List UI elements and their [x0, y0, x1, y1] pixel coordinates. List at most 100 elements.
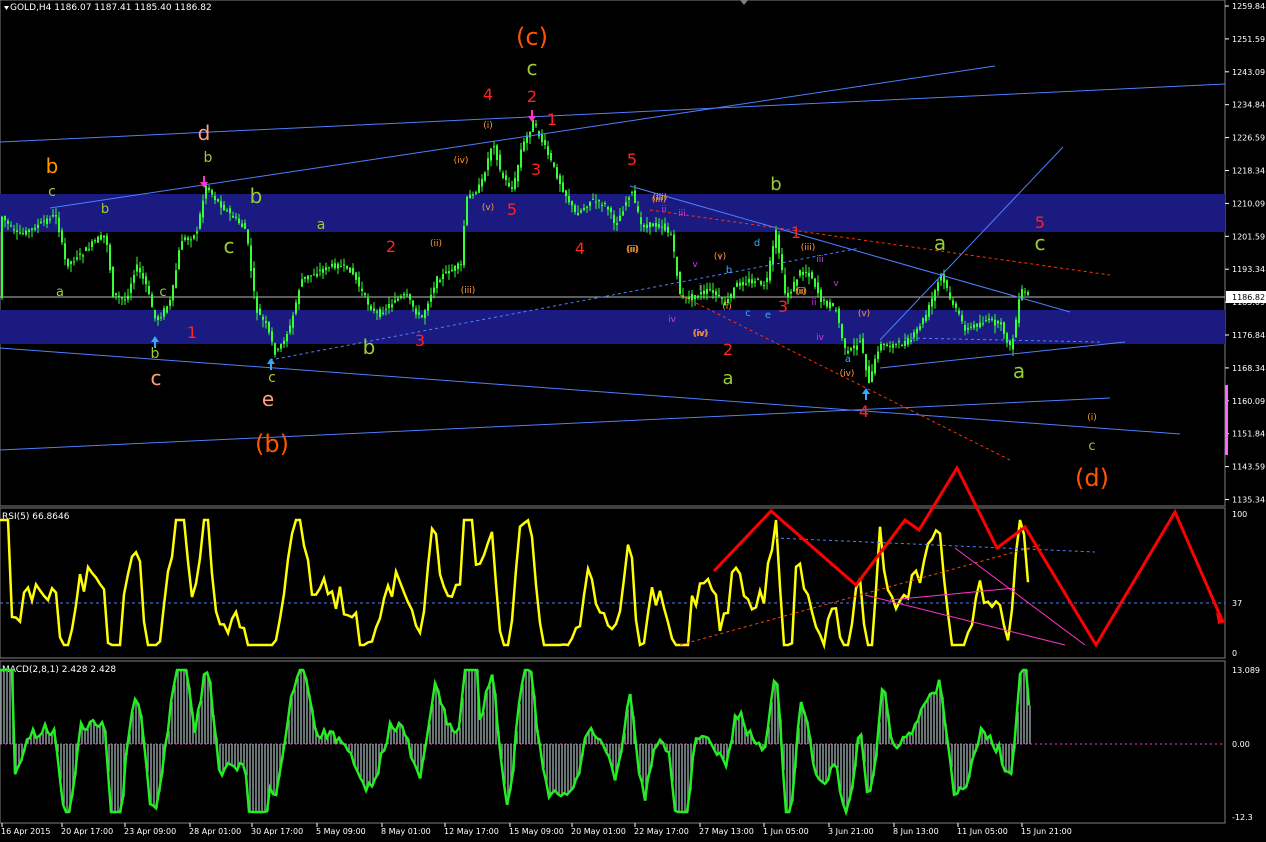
wave-label: c	[527, 56, 538, 80]
candle-body	[226, 210, 228, 212]
candle-body	[1015, 319, 1017, 338]
candle-body	[148, 285, 150, 295]
scroll-marker-icon[interactable]	[740, 0, 748, 5]
candle-body	[496, 145, 498, 161]
wave-label: c	[159, 285, 166, 300]
price-label: 1234.84	[1232, 101, 1265, 110]
candle-body	[289, 325, 291, 333]
wave-label: (v)	[858, 309, 870, 319]
candle-body	[907, 338, 909, 345]
candle-body	[529, 131, 531, 138]
candle-body	[121, 297, 123, 299]
time-label: 20 Apr 17:00	[61, 827, 113, 836]
candle-body	[424, 310, 426, 319]
candle-body	[313, 274, 315, 276]
candle-body	[595, 201, 597, 203]
candle-body	[160, 317, 162, 319]
candle-body	[319, 269, 321, 271]
candle-body	[994, 319, 996, 326]
candle-body	[574, 205, 576, 213]
candle-body	[64, 243, 66, 260]
wave-label: 4	[483, 85, 493, 104]
arrow-up-icon	[267, 358, 275, 364]
candle-body	[364, 293, 366, 296]
candle-body	[505, 175, 507, 181]
candle-body	[769, 260, 771, 281]
candle-body	[7, 220, 9, 224]
candle-body	[556, 167, 558, 179]
candle-body	[187, 237, 189, 241]
time-label: 12 May 17:00	[444, 827, 499, 836]
candle-body	[619, 215, 621, 222]
candle-body	[190, 239, 192, 241]
candle-body	[847, 350, 849, 354]
candle-body	[475, 192, 477, 194]
rsi-axis-label: 37	[1232, 599, 1242, 608]
price-label: 1151.84	[1232, 430, 1265, 439]
candle-body	[439, 280, 441, 283]
candle-body	[322, 268, 324, 273]
candle-body	[931, 298, 933, 307]
wave-label: (d)	[1075, 464, 1109, 492]
candle-body	[400, 296, 402, 299]
candle-body	[247, 229, 249, 244]
candle-body	[388, 304, 390, 308]
candle-body	[874, 358, 876, 374]
candle-body	[478, 184, 480, 193]
candle-body	[334, 263, 336, 269]
wave-label: 1	[187, 323, 197, 342]
price-label: 1218.34	[1232, 167, 1265, 176]
axis-highlight	[1225, 385, 1228, 455]
candle-body	[52, 214, 54, 217]
candle-body	[457, 263, 459, 270]
candle-body	[136, 264, 138, 272]
candle-body	[361, 288, 363, 291]
wave-label: c	[745, 308, 751, 319]
candle-body	[919, 326, 921, 330]
candle-body	[814, 278, 816, 287]
candle-body	[829, 301, 831, 309]
candle-body	[898, 341, 900, 343]
candle-body	[583, 207, 585, 210]
candle-body	[604, 203, 606, 205]
wave-label: 3	[778, 297, 788, 316]
candle-body	[130, 283, 132, 293]
wave-label: (i)	[796, 287, 806, 297]
wave-label: c	[224, 234, 235, 258]
candle-body	[34, 227, 36, 230]
candle-body	[67, 258, 69, 267]
candle-body	[514, 178, 516, 190]
wave-label: b	[46, 154, 59, 178]
dropdown-icon[interactable]	[4, 6, 9, 10]
candle-body	[760, 281, 762, 285]
price-label: 1226.59	[1232, 134, 1265, 143]
wave-label: 5	[507, 200, 517, 219]
candle-body	[559, 175, 561, 185]
candle-body	[100, 235, 102, 240]
candle-body	[310, 275, 312, 277]
candle-body	[343, 264, 345, 266]
candle-body	[1018, 299, 1020, 323]
candle-body	[757, 278, 759, 280]
candle-body	[649, 222, 651, 228]
candle-body	[373, 308, 375, 311]
price-chart[interactable]: (c)(b)(d)bdcecbcbaabcabccbaa cbc123452134…	[0, 0, 1266, 842]
candle-body	[370, 305, 372, 310]
candle-body	[409, 294, 411, 300]
candle-body	[58, 217, 60, 233]
candle-body	[808, 272, 810, 277]
candle-body	[1024, 291, 1026, 293]
wave-label: d	[198, 121, 211, 145]
candle-body	[250, 245, 252, 272]
candle-body	[259, 308, 261, 315]
candle-body	[601, 204, 603, 206]
candle-body	[244, 223, 246, 229]
candle-body	[709, 289, 711, 291]
candle-body	[127, 295, 129, 300]
candle-body	[670, 234, 672, 236]
candle-body	[571, 201, 573, 206]
wave-label: a	[56, 285, 64, 300]
candle-body	[469, 194, 471, 199]
candle-body	[508, 182, 510, 187]
candle-body	[151, 294, 153, 308]
